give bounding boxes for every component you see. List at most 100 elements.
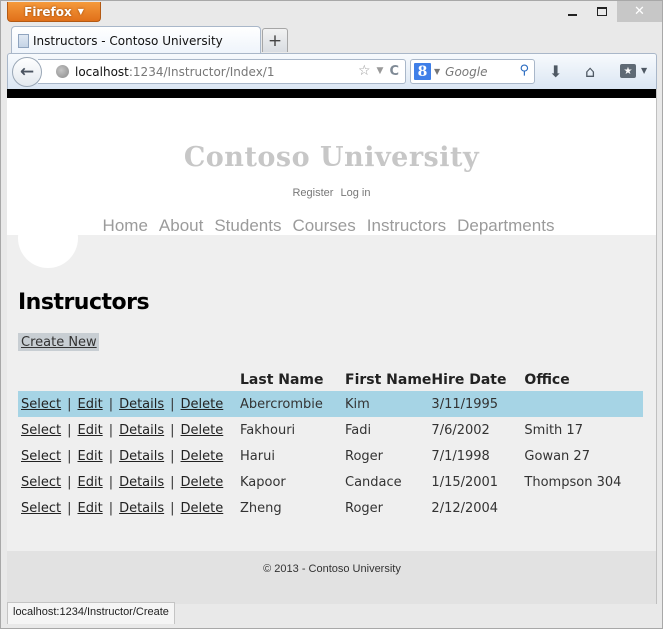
search-bar[interactable]: 8 ▼ Google ⚲ [410, 59, 535, 84]
delete-link[interactable]: Delete [181, 475, 224, 490]
details-link[interactable]: Details [119, 475, 164, 490]
table-row: Select | Edit | Details | Delete Fakhouri Fadi 7/… [18, 417, 643, 443]
page-icon [18, 33, 29, 48]
page-content: Contoso University Register Log in Home … [7, 89, 657, 604]
cell-first-name: Roger [345, 500, 383, 516]
browser-window: Firefox ▼ ✕ Instructors - Contoso Univer… [0, 0, 663, 629]
details-link[interactable]: Details [119, 423, 164, 438]
top-black-bar [7, 89, 656, 98]
nav-about[interactable]: About [159, 216, 203, 236]
header-hire-date: Hire Date [431, 372, 507, 388]
row-actions: Select | Edit | Details | Delete [18, 469, 240, 495]
action-separator: | [108, 474, 114, 490]
site-title[interactable]: Contoso University [7, 142, 656, 173]
cell-hire-date: 7/1/1998 [431, 448, 490, 464]
cell-office: Thompson 304 [524, 474, 622, 490]
action-separator: | [170, 500, 175, 516]
table-row: Select | Edit | Details | Delete Zheng Roger 2/12… [18, 495, 643, 521]
header-office: Office [524, 372, 570, 388]
cell-office: Smith 17 [524, 422, 583, 438]
action-separator: | [108, 396, 114, 412]
details-link[interactable]: Details [119, 397, 164, 412]
bookmarks-icon[interactable]: ★ [620, 64, 636, 78]
details-link[interactable]: Details [119, 449, 164, 464]
header-first-name: First Name [345, 372, 432, 388]
select-link[interactable]: Select [21, 449, 61, 464]
action-separator: | [67, 422, 72, 438]
cell-first-name: Fadi [345, 422, 372, 438]
details-link[interactable]: Details [119, 501, 164, 516]
url-host: localhost [75, 64, 129, 79]
action-separator: | [67, 396, 72, 412]
delete-link[interactable]: Delete [181, 449, 224, 464]
row-actions: Select | Edit | Details | Delete [18, 391, 240, 417]
nav-courses[interactable]: Courses [292, 216, 355, 236]
maximize-button[interactable] [587, 1, 617, 22]
new-tab-button[interactable]: + [262, 28, 288, 52]
navigation-toolbar: localhost:1234/Instructor/Index/1 ☆ ▼ C … [7, 53, 657, 89]
delete-link[interactable]: Delete [181, 423, 224, 438]
close-window-button[interactable]: ✕ [617, 1, 662, 22]
select-link[interactable]: Select [21, 397, 61, 412]
action-separator: | [67, 448, 72, 464]
cell-hire-date: 7/6/2002 [431, 422, 490, 438]
action-separator: | [170, 396, 175, 412]
status-bar: localhost:1234/Instructor/Create [7, 602, 175, 624]
table-body: Select | Edit | Details | Delete Abercrombie Kim… [18, 391, 643, 521]
download-icon[interactable]: ⬇ [549, 62, 562, 81]
nav-departments[interactable]: Departments [457, 216, 554, 236]
register-link[interactable]: Register [292, 187, 333, 199]
firefox-menu-button[interactable]: Firefox ▼ [7, 2, 101, 22]
edit-link[interactable]: Edit [78, 501, 103, 516]
minimize-button[interactable] [557, 1, 587, 22]
delete-link[interactable]: Delete [181, 397, 224, 412]
edit-link[interactable]: Edit [78, 397, 103, 412]
history-dropdown-icon[interactable]: ▼ [377, 66, 384, 76]
globe-icon [56, 65, 69, 78]
reload-icon[interactable]: C [389, 64, 399, 79]
search-icon[interactable]: ⚲ [519, 63, 529, 78]
edit-link[interactable]: Edit [78, 423, 103, 438]
select-link[interactable]: Select [21, 423, 61, 438]
url-path: :1234/Instructor/Index/1 [128, 64, 275, 79]
main-nav: Home About Students Courses Instructors … [7, 216, 656, 236]
login-link[interactable]: Log in [341, 187, 371, 199]
edit-link[interactable]: Edit [78, 449, 103, 464]
site-header: Contoso University Register Log in Home … [7, 98, 656, 268]
select-link[interactable]: Select [21, 501, 61, 516]
maximize-icon [597, 7, 607, 16]
table-row: Select | Edit | Details | Delete Harui Roger 7/1/… [18, 443, 643, 469]
bookmark-star-icon[interactable]: ☆ [358, 63, 371, 79]
bookmarks-dropdown-icon[interactable]: ▼ [641, 66, 647, 75]
cell-first-name: Candace [345, 474, 402, 490]
back-arrow-icon: ← [19, 62, 35, 82]
instructors-table: Last Name First Name Hire Date Office Se… [18, 367, 643, 521]
cell-last-name: Harui [240, 448, 275, 464]
search-engine-dropdown-icon[interactable]: ▼ [434, 67, 440, 76]
select-link[interactable]: Select [21, 475, 61, 490]
cell-first-name: Roger [345, 448, 383, 464]
google-icon[interactable]: 8 [414, 63, 431, 80]
header-actions [18, 367, 240, 391]
tab-title: Instructors - Contoso University [33, 33, 223, 48]
delete-link[interactable]: Delete [181, 501, 224, 516]
site-footer: © 2013 - Contoso University [7, 551, 656, 604]
action-separator: | [170, 448, 175, 464]
cell-last-name: Zheng [240, 500, 282, 516]
cell-last-name: Kapoor [240, 474, 286, 490]
edit-link[interactable]: Edit [78, 475, 103, 490]
urlbar-actions: ☆ ▼ C [358, 63, 399, 79]
nav-instructors[interactable]: Instructors [367, 216, 446, 236]
create-new-link[interactable]: Create New [18, 333, 99, 351]
nav-home[interactable]: Home [103, 216, 148, 236]
back-button[interactable]: ← [12, 57, 42, 87]
row-actions: Select | Edit | Details | Delete [18, 417, 240, 443]
page-title: Instructors [18, 290, 150, 315]
search-placeholder: Google [445, 64, 488, 79]
row-actions: Select | Edit | Details | Delete [18, 443, 240, 469]
home-icon[interactable]: ⌂ [585, 62, 595, 81]
close-icon: ✕ [634, 4, 645, 19]
address-bar[interactable]: localhost:1234/Instructor/Index/1 ☆ ▼ C [38, 59, 406, 84]
nav-students[interactable]: Students [214, 216, 281, 236]
browser-tab[interactable]: Instructors - Contoso University [11, 26, 261, 54]
